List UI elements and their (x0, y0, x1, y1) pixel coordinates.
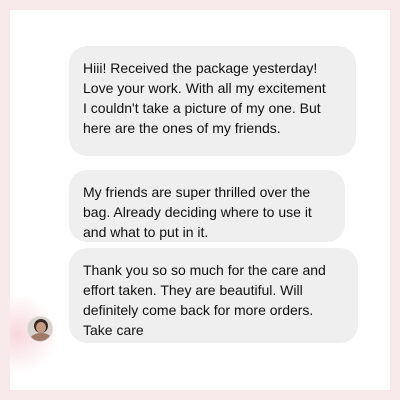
chat-panel: Hiii! Received the package yesterday! Lo… (10, 10, 390, 390)
message-bubble: Hiii! Received the package yesterday! Lo… (69, 46, 356, 156)
message-bubble: My friends are super thrilled over the b… (69, 170, 345, 242)
avatar-face (36, 322, 46, 333)
avatar-shoulder (30, 333, 52, 341)
sender-avatar[interactable] (27, 316, 53, 342)
message-bubble: Thank you so so much for the care and ef… (69, 248, 358, 343)
